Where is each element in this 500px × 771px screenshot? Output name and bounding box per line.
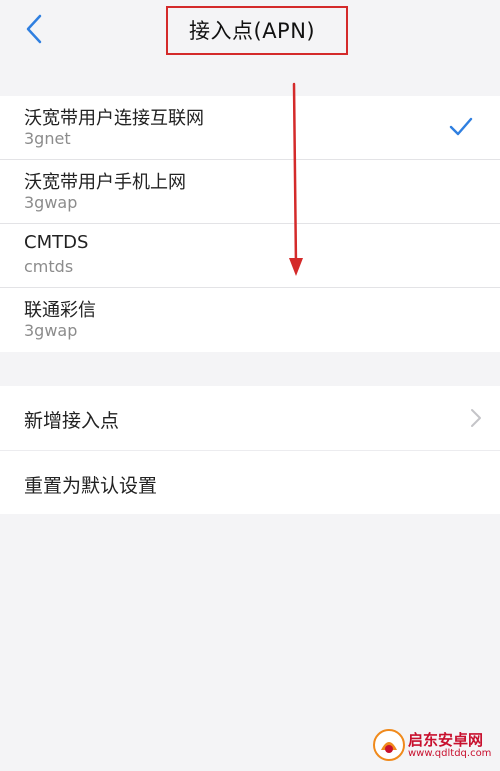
apn-name: 联通彩信 (24, 300, 96, 321)
reset-default-button[interactable]: 重置为默认设置 (0, 450, 500, 514)
apn-value: cmtds (24, 257, 74, 276)
apn-value: 3gwap (24, 193, 78, 212)
apn-name: CMTDS (24, 232, 89, 253)
site-watermark: 启东安卓网 www.qdltdq.com (372, 726, 496, 766)
apn-list: 沃宽带用户连接互联网 3gnet 沃宽带用户手机上网 3gwap CMTDS c… (0, 96, 500, 352)
title-annotation-box (166, 6, 348, 55)
apn-value: 3gwap (24, 321, 78, 340)
watermark-url: www.qdltdq.com (408, 748, 492, 759)
watermark-logo-icon (373, 729, 405, 761)
apn-value: 3gnet (24, 129, 71, 148)
apn-name: 沃宽带用户连接互联网 (24, 108, 204, 129)
action-list: 新增接入点 重置为默认设置 (0, 386, 500, 514)
apn-item[interactable]: 沃宽带用户连接互联网 3gnet (0, 96, 500, 160)
apn-settings-screen: 接入点(APN) 沃宽带用户连接互联网 3gnet 沃宽带用户手机上网 3gwa… (0, 0, 500, 771)
apn-item[interactable]: 联通彩信 3gwap (0, 288, 500, 352)
apn-item[interactable]: 沃宽带用户手机上网 3gwap (0, 160, 500, 224)
chevron-right-icon (471, 409, 481, 427)
apn-name: 沃宽带用户手机上网 (24, 172, 186, 193)
annotation-arrow (289, 82, 303, 276)
back-button[interactable] (20, 10, 54, 48)
nav-bar: 接入点(APN) (0, 0, 500, 62)
checkmark-icon (449, 117, 473, 136)
add-apn-button[interactable]: 新增接入点 (0, 386, 500, 450)
apn-item[interactable]: CMTDS cmtds (0, 224, 500, 288)
chevron-left-icon (26, 14, 42, 44)
watermark-name: 启东安卓网 (408, 731, 484, 749)
add-apn-label: 新增接入点 (24, 410, 120, 432)
reset-default-label: 重置为默认设置 (24, 475, 158, 497)
